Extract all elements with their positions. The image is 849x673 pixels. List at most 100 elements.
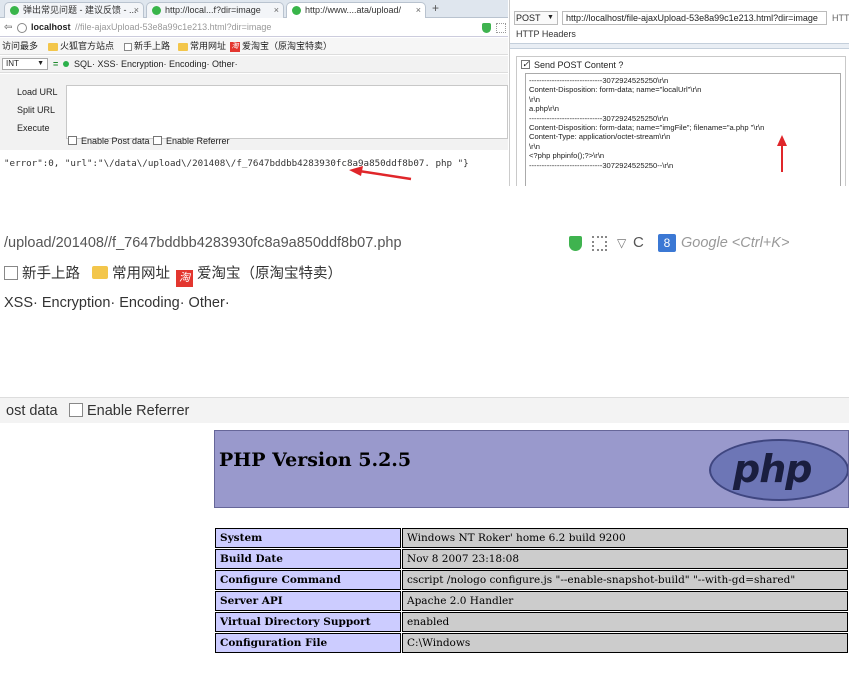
row-value: Windows NT Roker' home 6.2 build 9200 bbox=[402, 528, 848, 548]
bookmark-newbie[interactable]: 新手上路 bbox=[124, 38, 170, 54]
red-arrow-left-icon bbox=[349, 166, 412, 181]
bookmark-most-visited[interactable]: 访问最多 bbox=[2, 38, 38, 54]
close-icon[interactable]: × bbox=[134, 3, 139, 17]
bookmark-firefox[interactable]: 火狐官方站点 bbox=[48, 38, 114, 54]
zoomed-bookmarks-bar: 新手上路 常用网址 淘爱淘宝（原淘宝特卖） bbox=[0, 262, 849, 287]
red-arrow-up-icon bbox=[777, 135, 787, 172]
split-url-button[interactable]: Split URL bbox=[17, 104, 55, 116]
page-icon bbox=[4, 266, 18, 280]
enable-post-checkbox[interactable]: Enable Post data bbox=[68, 134, 150, 148]
table-row: Configuration File C:\Windows bbox=[215, 633, 848, 653]
close-icon[interactable]: × bbox=[416, 3, 421, 17]
row-key: Server API bbox=[215, 591, 401, 611]
qr-icon[interactable] bbox=[496, 23, 506, 33]
folder-icon bbox=[178, 42, 188, 51]
zoomed-hackbar-menu[interactable]: XSS· Encryption· Encoding· Other· bbox=[0, 292, 849, 314]
enable-referrer-checkbox[interactable]: Enable Referrer bbox=[69, 398, 189, 424]
row-key: System bbox=[215, 528, 401, 548]
shield-icon[interactable] bbox=[482, 23, 491, 33]
uploaded-file-url: /upload/201408//f_7647bddbb4283930fc8a9a… bbox=[4, 235, 402, 251]
http-headers-label: HTTP Headers bbox=[516, 29, 576, 39]
bookmark-common[interactable]: 常用网址 bbox=[92, 262, 170, 286]
post-body-line: -----------------------------30729245252… bbox=[529, 76, 669, 85]
upload-response-text: "error":0, "url":"\/data\/upload\/201408… bbox=[0, 150, 508, 186]
checkbox-icon bbox=[69, 403, 83, 417]
zoomed-hackbar-area bbox=[0, 318, 849, 378]
send-post-checkbox[interactable]: Send POST Content ? bbox=[521, 58, 624, 71]
row-value: cscript /nologo configure.js "--enable-s… bbox=[402, 570, 848, 590]
checkbox-checked-icon bbox=[521, 58, 530, 70]
request-line: POST ▼ http://localhost/file-ajaxUpload-… bbox=[510, 10, 849, 26]
shield-icon[interactable] bbox=[569, 236, 582, 251]
http-version-label: HTT bbox=[832, 13, 849, 23]
row-key: Configure Command bbox=[215, 570, 401, 590]
globe-icon bbox=[17, 23, 27, 33]
favicon-icon bbox=[10, 6, 19, 15]
bookmark-common[interactable]: 常用网址 bbox=[178, 38, 226, 54]
search-engine-icon[interactable]: 8 bbox=[658, 234, 676, 252]
pane-splitter[interactable] bbox=[510, 43, 849, 49]
browser-tab-3[interactable]: http://www....ata/upload/ × bbox=[286, 2, 426, 18]
chevron-down-icon: ▼ bbox=[37, 60, 44, 67]
hackbar-menu: INT ▼ = SQL· XSS· Encryption· Encoding· … bbox=[0, 56, 508, 73]
table-row: Virtual Directory Support enabled bbox=[215, 612, 848, 632]
hackbar-menu-items[interactable]: SQL· XSS· Encryption· Encoding· Other· bbox=[74, 56, 238, 72]
bookmark-taobao[interactable]: 淘爱淘宝（原淘宝特卖） bbox=[176, 262, 342, 287]
post-body-line: Content-Disposition: form-data; name="lo… bbox=[529, 85, 702, 95]
row-value: Nov 8 2007 23:18:08 bbox=[402, 549, 848, 569]
enable-post-label[interactable]: ost data bbox=[6, 398, 58, 424]
checkbox-icon bbox=[153, 136, 162, 145]
post-body-line: Content-Disposition: form-data; name="im… bbox=[529, 122, 765, 132]
hackbar-screenshot: 弹出常见问题 - 建议反馈 - ... × http://local...f?d… bbox=[0, 0, 508, 186]
hackbar-url-textarea[interactable] bbox=[66, 85, 508, 139]
taobao-icon: 淘 bbox=[176, 270, 193, 287]
post-body-textarea[interactable]: -----------------------------30729245252… bbox=[525, 73, 841, 186]
method-value: POST bbox=[516, 13, 541, 23]
phpinfo-header: PHP Version 5.2.5 php bbox=[214, 430, 849, 508]
load-url-button[interactable]: Load URL bbox=[17, 86, 58, 98]
row-key: Virtual Directory Support bbox=[215, 612, 401, 632]
post-body-line: -----------------------------30729245252… bbox=[529, 160, 674, 170]
equals-icon[interactable]: = bbox=[53, 56, 58, 72]
table-row: Configure Command cscript /nologo configu… bbox=[215, 570, 848, 590]
post-content-group: Send POST Content ? --------------------… bbox=[516, 56, 846, 186]
qr-icon[interactable] bbox=[592, 236, 607, 251]
post-body-line: a.php\r\n bbox=[529, 104, 559, 114]
browser-tab-1[interactable]: 弹出常见问题 - 建议反馈 - ... × bbox=[4, 2, 144, 18]
bookmark-label: 爱淘宝（原淘宝特卖） bbox=[197, 266, 342, 282]
zoomed-address-bar[interactable]: /upload/201408//f_7647bddbb4283930fc8a9a… bbox=[0, 228, 849, 258]
row-key: Configuration File bbox=[215, 633, 401, 653]
bookmark-label: 新手上路 bbox=[134, 41, 171, 51]
send-post-label: Send POST Content ? bbox=[534, 60, 624, 70]
row-value: enabled bbox=[402, 612, 848, 632]
close-icon[interactable]: × bbox=[274, 3, 279, 17]
reload-icon[interactable]: C bbox=[633, 228, 644, 258]
post-body-line: \r\n bbox=[529, 94, 540, 104]
execute-button[interactable]: Execute bbox=[17, 122, 50, 134]
new-tab-icon[interactable]: + bbox=[432, 1, 439, 15]
address-bar[interactable]: ⇦ localhost //file-ajaxUpload-53e8a99c1e… bbox=[0, 19, 508, 37]
option-label: Enable Referrer bbox=[87, 403, 190, 419]
table-row: Server API Apache 2.0 Handler bbox=[215, 591, 848, 611]
int-select[interactable]: INT ▼ bbox=[2, 58, 48, 70]
folder-icon bbox=[48, 42, 58, 51]
option-label: Enable Post data bbox=[81, 136, 150, 146]
favicon-icon bbox=[292, 6, 301, 15]
browser-tab-bar: 弹出常见问题 - 建议反馈 - ... × http://local...f?d… bbox=[0, 0, 508, 18]
bookmark-newbie[interactable]: 新手上路 bbox=[4, 262, 80, 286]
checkbox-icon bbox=[68, 136, 77, 145]
search-input[interactable]: Google <Ctrl+K> bbox=[681, 228, 789, 258]
select-value: INT bbox=[6, 59, 19, 68]
post-body-line: -----------------------------30729245252… bbox=[529, 113, 669, 123]
bookmark-taobao[interactable]: 淘爱淘宝（原淘宝特卖） bbox=[230, 38, 332, 54]
back-icon[interactable]: ⇦ bbox=[4, 19, 12, 36]
url-path: //file-ajaxUpload-53e8a99c1e213.html?dir… bbox=[75, 22, 272, 32]
page-icon bbox=[124, 42, 132, 51]
enable-referrer-checkbox[interactable]: Enable Referrer bbox=[153, 134, 230, 148]
row-value: C:\Windows bbox=[402, 633, 848, 653]
request-url-input[interactable]: http://localhost/file-ajaxUpload-53e8a99… bbox=[562, 11, 827, 25]
chevron-down-icon[interactable]: ▽ bbox=[617, 228, 626, 258]
green-dot-icon[interactable] bbox=[63, 61, 69, 67]
chevron-down-icon: ▼ bbox=[547, 14, 554, 21]
browser-tab-2[interactable]: http://local...f?dir=image × bbox=[146, 2, 284, 18]
